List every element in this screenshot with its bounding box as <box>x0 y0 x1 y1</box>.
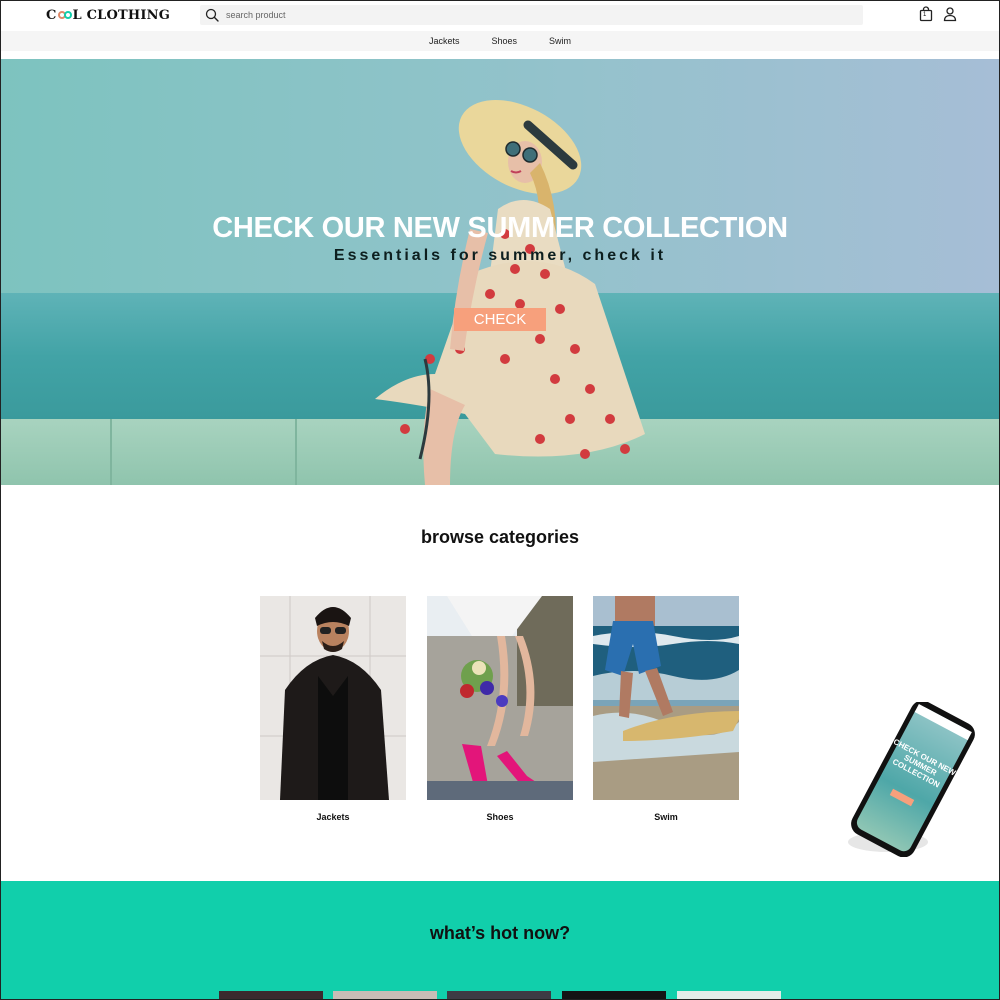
hero-title: CHECK OUR NEW SUMMER COLLECTION <box>212 212 788 244</box>
category-label-shoes[interactable]: Shoes <box>427 812 573 822</box>
search-bar <box>200 5 863 25</box>
hot-product-thumb[interactable] <box>219 991 323 1000</box>
category-image-shoes[interactable] <box>427 596 573 800</box>
search-input[interactable] <box>226 7 846 23</box>
hero-banner: CHECK OUR NEW SUMMER COLLECTION Essentia… <box>0 59 1000 485</box>
hot-product-thumb[interactable] <box>677 991 781 1000</box>
hero-subtitle: Essentials for summer, check it <box>333 247 667 264</box>
jacket-model-image <box>260 596 406 800</box>
cart-button[interactable]: 1 <box>918 6 934 22</box>
whats-hot-title: what’s hot now? <box>429 923 571 943</box>
swim-model-image <box>593 596 739 800</box>
nav-item-shoes[interactable]: Shoes <box>491 36 517 46</box>
user-icon <box>943 7 957 22</box>
nav-item-swim[interactable]: Swim <box>549 36 571 46</box>
category-card-jackets[interactable]: Jackets <box>260 596 406 822</box>
shoes-model-image <box>427 596 573 800</box>
search-icon[interactable] <box>205 8 219 22</box>
category-image-swim[interactable] <box>593 596 739 800</box>
logo-text-left: C <box>46 7 57 23</box>
hot-product-thumb[interactable] <box>333 991 437 1000</box>
whats-hot-section: what’s hot now? <box>0 881 1000 1000</box>
hot-product-thumb[interactable] <box>447 991 551 1000</box>
category-nav: Jackets Shoes Swim <box>0 31 1000 51</box>
brand-logo[interactable]: C L CLOTHING <box>46 6 170 24</box>
category-label-jackets[interactable]: Jackets <box>260 812 406 822</box>
check-collection-button[interactable]: CHECK <box>454 308 546 331</box>
category-card-shoes[interactable]: Shoes <box>427 596 573 822</box>
category-label-swim[interactable]: Swim <box>593 812 739 822</box>
phone-mockup: CHECK OUR NEWSUMMERCOLLECTION <box>848 700 978 858</box>
account-button[interactable] <box>942 6 958 22</box>
category-image-jackets[interactable] <box>260 596 406 800</box>
browse-categories-title: browse categories <box>420 527 580 547</box>
logo-rings-icon <box>57 9 72 21</box>
hero-model-image <box>375 100 645 485</box>
nav-item-jackets[interactable]: Jackets <box>429 36 460 46</box>
hot-product-thumb[interactable] <box>562 991 666 1000</box>
category-card-swim[interactable]: Swim <box>593 596 739 822</box>
logo-text-right: L CLOTHING <box>72 7 171 23</box>
top-header: C L CLOTHING 1 <box>0 0 1000 31</box>
phone-mockup-image: CHECK OUR NEWSUMMERCOLLECTION <box>848 700 975 858</box>
cart-count-badge: 1 <box>923 12 927 18</box>
